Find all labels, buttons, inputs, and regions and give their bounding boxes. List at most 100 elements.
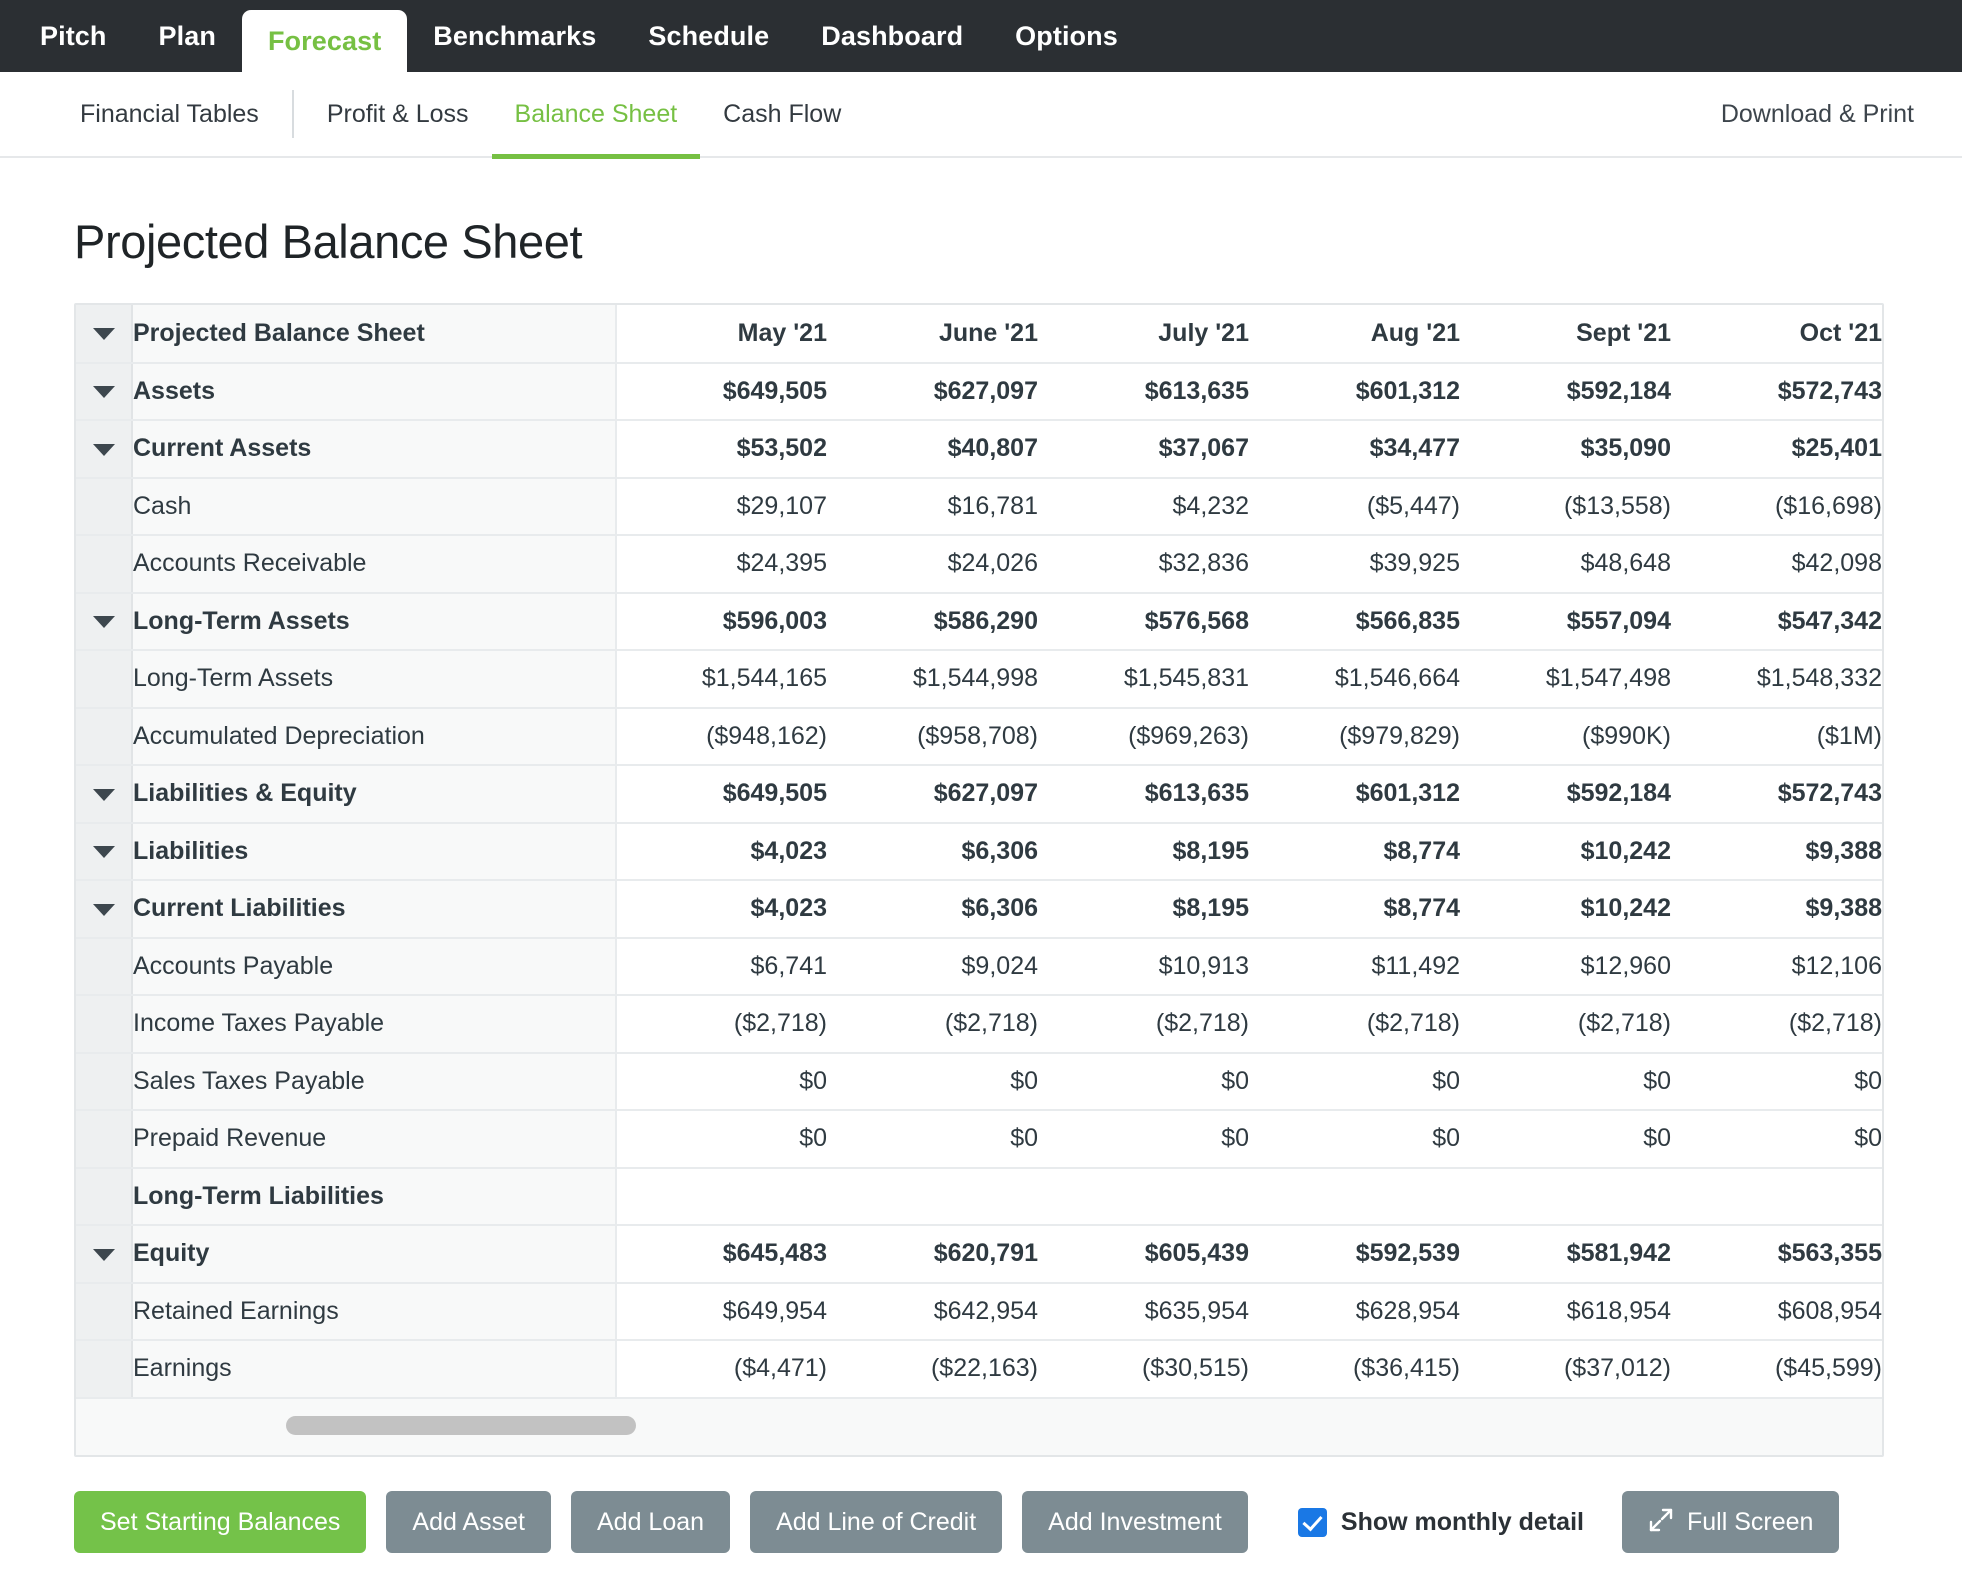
cell-value: $0 (1249, 1052, 1460, 1111)
add-line-of-credit-button[interactable]: Add Line of Credit (750, 1491, 1003, 1553)
row-label: Long-Term Liabilities (132, 1167, 617, 1226)
row-expand-toggle[interactable] (76, 765, 133, 824)
cell-value: $42,098 (1671, 535, 1882, 594)
cell-value: $40,807 (827, 420, 1038, 479)
topnav-item-dashboard[interactable]: Dashboard (795, 0, 989, 72)
cell-value: $572,743 (1671, 765, 1882, 824)
caret-down-icon (92, 846, 115, 859)
row-label: Accounts Receivable (132, 535, 617, 594)
cell-value: $9,024 (827, 937, 1038, 996)
cell-value: $620,791 (827, 1225, 1038, 1284)
full-screen-button[interactable]: Full Screen (1621, 1491, 1840, 1553)
table-row: Cash $29,107 $16,781 $4,232 ($5,447) ($13,558… (76, 477, 1882, 536)
cell-value: $0 (1038, 1110, 1249, 1169)
subnav-item-profit-loss[interactable]: Profit & Loss (304, 71, 492, 157)
column-header-july-21[interactable]: July '21 (1038, 305, 1249, 364)
table-row: Assets $649,505 $627,097 $613,635 $601,312 $5… (76, 362, 1882, 421)
show-monthly-detail-checkbox[interactable] (1297, 1507, 1327, 1537)
cell-value: $642,954 (827, 1282, 1038, 1341)
cell-value: $0 (1671, 1052, 1882, 1111)
add-loan-button[interactable]: Add Loan (571, 1491, 731, 1553)
cell-value: $6,306 (827, 822, 1038, 881)
row-expand-toggle[interactable] (76, 1225, 133, 1284)
cell-value: $1,547,498 (1460, 650, 1671, 709)
column-header-may-21[interactable]: May '21 (616, 305, 827, 364)
subnav-item-cash-flow[interactable]: Cash Flow (700, 71, 864, 157)
column-header-june-21[interactable]: June '21 (827, 305, 1038, 364)
cell-value: $39,925 (1249, 535, 1460, 594)
row-expand-toggle[interactable] (76, 305, 133, 364)
topnav-item-options[interactable]: Options (989, 0, 1144, 72)
topnav-item-pitch[interactable]: Pitch (14, 0, 133, 72)
table-header-row: Projected Balance Sheet May '21 June '21 Ju… (76, 305, 1882, 364)
cell-value: $0 (616, 1110, 827, 1169)
cell-value: $12,960 (1460, 937, 1671, 996)
row-expand-toggle[interactable] (76, 822, 133, 881)
add-investment-button[interactable]: Add Investment (1022, 1491, 1248, 1553)
add-asset-button[interactable]: Add Asset (386, 1491, 551, 1553)
cell-value: $0 (1038, 1052, 1249, 1111)
row-label: Liabilities & Equity (132, 765, 617, 824)
cell-value: $613,635 (1038, 362, 1249, 421)
caret-down-icon (92, 386, 115, 399)
cell-value: $8,195 (1038, 822, 1249, 881)
row-expand-toggle[interactable] (76, 362, 133, 421)
cell-value: $25,401 (1671, 420, 1882, 479)
cell-value: $628,954 (1249, 1282, 1460, 1341)
cell-value: ($30,515) (1038, 1340, 1249, 1399)
table-row: Liabilities & Equity $649,505 $627,097 $613… (76, 765, 1882, 824)
download-and-print-link[interactable]: Download & Print (1721, 100, 1924, 129)
column-header-sept-21[interactable]: Sept '21 (1460, 305, 1671, 364)
cell-value: ($4,471) (616, 1340, 827, 1399)
cell-value: $8,195 (1038, 880, 1249, 939)
horizontal-scrollbar-track[interactable] (76, 1397, 1882, 1455)
topnav-item-benchmarks[interactable]: Benchmarks (407, 0, 622, 72)
row-expand-toggle[interactable] (76, 420, 133, 479)
cell-value (1671, 1167, 1882, 1226)
row-gutter (76, 1340, 133, 1399)
table-row: Long-Term Liabilities (76, 1167, 1882, 1226)
cell-value: $9,388 (1671, 880, 1882, 939)
cell-value: $627,097 (827, 765, 1038, 824)
cell-value: $0 (616, 1052, 827, 1111)
cell-value: ($2,718) (1460, 995, 1671, 1054)
table-row: Accounts Payable $6,741 $9,024 $10,913 $11,4… (76, 937, 1882, 996)
full-screen-label: Full Screen (1686, 1507, 1814, 1536)
cell-value: $24,395 (616, 535, 827, 594)
table-row: Sales Taxes Payable $0 $0 $0 $0 $0 $0 (76, 1052, 1882, 1111)
row-label: Retained Earnings (132, 1282, 617, 1341)
horizontal-scrollbar-row (76, 1397, 1882, 1455)
cell-value: $9,388 (1671, 822, 1882, 881)
cell-value: $596,003 (616, 592, 827, 651)
column-header-aug-21[interactable]: Aug '21 (1249, 305, 1460, 364)
horizontal-scrollbar-thumb[interactable] (286, 1415, 636, 1435)
cell-value (1249, 1167, 1460, 1226)
row-gutter (76, 937, 133, 996)
cell-value: $592,184 (1460, 765, 1671, 824)
cell-value: $34,477 (1249, 420, 1460, 479)
caret-down-icon (92, 443, 115, 456)
cell-value: $613,635 (1038, 765, 1249, 824)
cell-value: ($2,718) (827, 995, 1038, 1054)
table-row: Prepaid Revenue $0 $0 $0 $0 $0 $0 (76, 1110, 1882, 1169)
table-row: Accumulated Depreciation ($948,162) ($958,… (76, 707, 1882, 766)
subnav-item-balance-sheet[interactable]: Balance Sheet (491, 71, 701, 159)
action-button-bar: Set Starting Balances Add Asset Add Loan Ad… (60, 1457, 1902, 1553)
row-label: Equity (132, 1225, 617, 1284)
topnav-item-schedule[interactable]: Schedule (622, 0, 795, 72)
set-starting-balances-button[interactable]: Set Starting Balances (74, 1491, 367, 1553)
row-expand-toggle[interactable] (76, 592, 133, 651)
column-header-oct-21[interactable]: Oct '21 (1671, 305, 1882, 364)
cell-value: $618,954 (1460, 1282, 1671, 1341)
cell-value: ($2,718) (1249, 995, 1460, 1054)
row-expand-toggle[interactable] (76, 880, 133, 939)
subnav-item-financial-tables[interactable]: Financial Tables (80, 71, 282, 157)
cell-value: ($5,447) (1249, 477, 1460, 536)
table-row: Earnings ($4,471) ($22,163) ($30,515) ($36,4… (76, 1340, 1882, 1399)
cell-value: ($948,162) (616, 707, 827, 766)
cell-value: ($13,558) (1460, 477, 1671, 536)
cell-value: $0 (1249, 1110, 1460, 1169)
cell-value: $24,026 (827, 535, 1038, 594)
topnav-item-forecast[interactable]: Forecast (241, 10, 408, 72)
topnav-item-plan[interactable]: Plan (133, 0, 242, 72)
